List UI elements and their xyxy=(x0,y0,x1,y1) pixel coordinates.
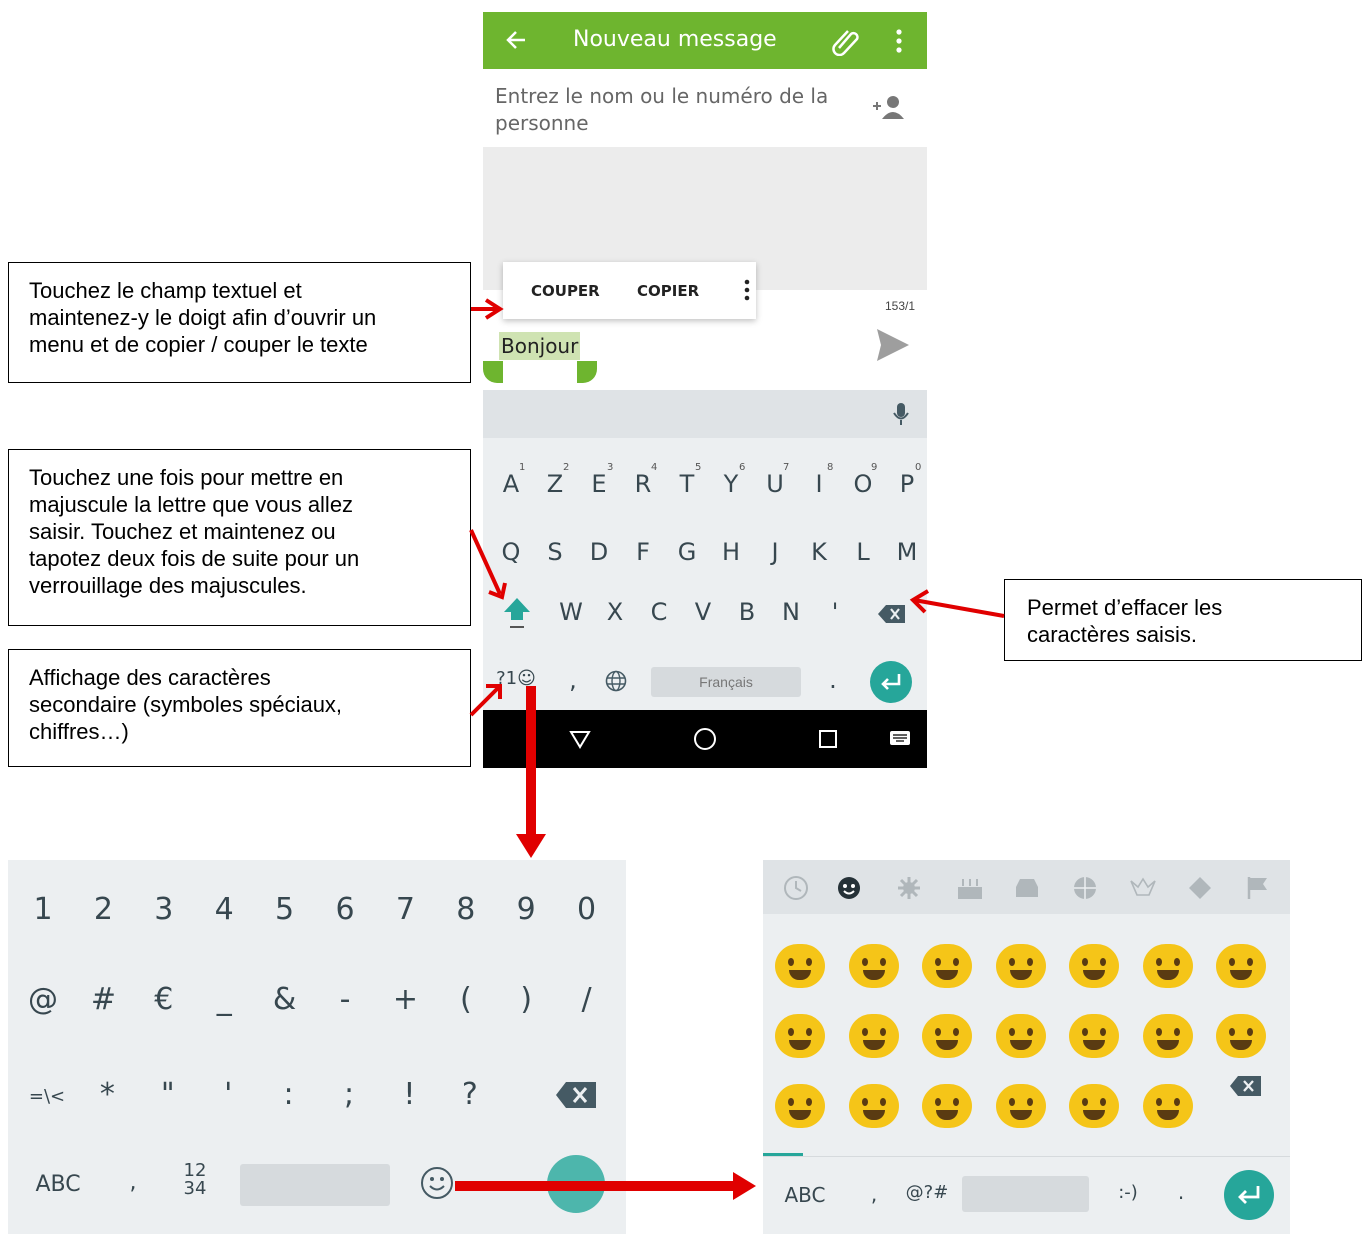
annotation-arrows xyxy=(455,298,1005,1200)
